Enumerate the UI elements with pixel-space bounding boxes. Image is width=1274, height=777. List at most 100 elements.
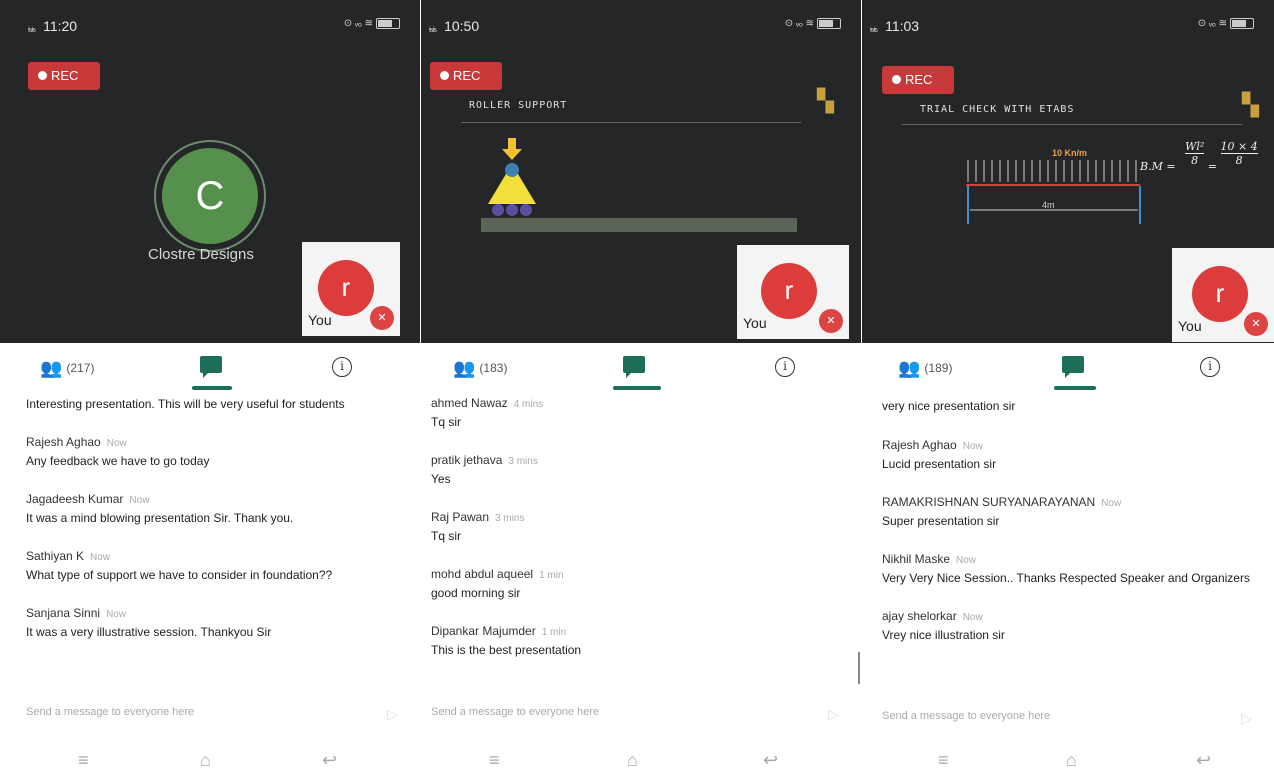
chat-message: ahmed Nawaz 4 mins Tq sir [431, 396, 544, 429]
message-input[interactable]: Send a message to everyone here ▷ [26, 706, 398, 726]
rec-button[interactable]: REC [882, 66, 954, 94]
home-icon[interactable]: ⌂ [627, 750, 638, 771]
people-icon: 👥 [453, 358, 476, 378]
rec-dot-icon [440, 71, 449, 80]
people-icon: 👥 [898, 358, 921, 378]
info-icon[interactable]: i [775, 357, 795, 377]
self-video-tile[interactable]: r You ✕ [737, 245, 849, 339]
host-avatar: C [154, 140, 266, 252]
tab-bar: 👥 (183) i [421, 350, 861, 390]
back-icon[interactable]: ↩ [1196, 750, 1211, 771]
tab-bar: 👥 (189) i [862, 350, 1274, 390]
system-nav-bar: ≡ ⌂ ↩ [0, 750, 420, 776]
tab-chat[interactable] [1062, 356, 1086, 378]
self-label: You [743, 315, 767, 331]
chat-message: RAMAKRISHNAN SURYANARAYANAN Now Super pres… [882, 495, 1122, 528]
tab-chat[interactable] [200, 356, 224, 378]
self-video-tile[interactable]: r You ✕ [302, 242, 400, 336]
tab-participants[interactable]: 👥 (183) [453, 358, 507, 379]
system-nav-bar: ≡ ⌂ ↩ [421, 750, 861, 776]
chat-scrollbar[interactable] [858, 652, 860, 684]
tab-participants[interactable]: 👥 (217) [40, 358, 94, 379]
presenter-logo-icon: ▚ [1242, 92, 1259, 117]
rec-button[interactable]: REC [430, 62, 502, 90]
status-bar: ᵢ₅ᵢ₅ 11:20 ⊙ ᵥₒ ≋ [28, 18, 400, 36]
chat-message: Rajesh Aghao Now Any feedback we have to g… [26, 435, 210, 468]
send-icon[interactable]: ▷ [1241, 710, 1252, 727]
tab-active-indicator [613, 386, 661, 390]
home-icon[interactable]: ⌂ [1066, 750, 1077, 771]
signal-icon: ᵢ₅ᵢ₅ [870, 23, 878, 34]
system-nav-bar: ≡ ⌂ ↩ [862, 750, 1274, 776]
tab-chat[interactable] [623, 356, 647, 378]
back-icon[interactable]: ↩ [763, 750, 778, 771]
status-time: 11:03 [885, 18, 920, 34]
span-label: 4m [1042, 200, 1055, 210]
screenshot-collage: ᵢ₅ᵢ₅ 11:20 ⊙ ᵥₒ ≋ REC C Clostre Designs … [0, 0, 1274, 777]
chat-list: very nice presentation sir Rajesh Aghao N… [882, 398, 1258, 688]
chat-message: Nikhil Maske Now Very Very Nice Session.. … [882, 552, 1250, 585]
chat-list: ahmed Nawaz 4 mins Tq sir pratik jethava 3 … [431, 396, 845, 686]
udl-beam-drawing [966, 160, 1141, 224]
host-name: Clostre Designs [148, 246, 254, 263]
mic-muted-icon[interactable]: ✕ [819, 309, 843, 333]
video-area: ᵢ₅ᵢ₅ 10:50 ⊙ ᵥₒ ≋ REC ROLLER SUPPORT ▚ r… [421, 0, 861, 343]
roller-support-drawing [481, 138, 797, 232]
presenter-logo-icon: ▚ [817, 88, 834, 113]
chat-message: Sanjana Sinni Now It was a very illustrati… [26, 606, 272, 639]
tab-active-indicator [1054, 386, 1096, 390]
chat-message: ajay shelorkar Now Vrey nice illustration … [882, 609, 1005, 642]
phone-panel-1: ᵢ₅ᵢ₅ 11:20 ⊙ ᵥₒ ≋ REC C Clostre Designs … [0, 0, 420, 777]
self-video-tile[interactable]: r You ✕ [1172, 248, 1274, 342]
chat-message: Sathiyan K Now What type of support we hav… [26, 549, 333, 582]
rec-dot-icon [892, 75, 901, 84]
send-icon[interactable]: ▷ [387, 706, 398, 723]
people-icon: 👥 [40, 358, 63, 378]
info-icon[interactable]: i [1200, 357, 1220, 377]
mic-muted-icon[interactable]: ✕ [370, 306, 394, 330]
chat-message: very nice presentation sir [882, 399, 1016, 413]
tab-participants[interactable]: 👥 (189) [898, 358, 952, 379]
status-time: 11:20 [43, 18, 78, 34]
message-input[interactable]: Send a message to everyone here ▷ [431, 706, 839, 726]
board-divider [461, 122, 801, 123]
chat-message: Rajesh Aghao Now Lucid presentation sir [882, 438, 997, 471]
send-icon[interactable]: ▷ [828, 706, 839, 723]
battery-icon [376, 18, 400, 29]
chat-icon [1062, 356, 1084, 378]
menu-icon[interactable]: ≡ [489, 750, 500, 771]
board-title: ROLLER SUPPORT [469, 100, 568, 111]
status-icons: ⊙ ᵥₒ ≋ [785, 18, 841, 29]
chat-message: mohd abdul aqueel 1 min good morning sir [431, 567, 564, 600]
info-icon[interactable]: i [332, 357, 352, 377]
rec-dot-icon [38, 71, 47, 80]
message-input[interactable]: Send a message to everyone here ▷ [882, 710, 1252, 730]
chat-message: Jagadeesh Kumar Now It was a mind blowing … [26, 492, 294, 525]
mic-muted-icon[interactable]: ✕ [1244, 312, 1268, 336]
status-time: 10:50 [444, 18, 480, 34]
battery-icon [817, 18, 841, 29]
chat-list: Interesting presentation. This will be v… [26, 396, 404, 686]
board-divider [902, 124, 1242, 125]
signal-icon: ᵢ₅ᵢ₅ [28, 23, 36, 34]
self-avatar: r [1192, 266, 1248, 322]
menu-icon[interactable]: ≡ [938, 750, 949, 771]
status-bar: ᵢ₅ᵢ₅ 11:03 ⊙ ᵥₒ ≋ [870, 18, 1254, 36]
home-icon[interactable]: ⌂ [200, 750, 211, 771]
self-label: You [308, 312, 332, 328]
chat-icon [623, 356, 645, 378]
self-label: You [1178, 318, 1202, 334]
rec-button[interactable]: REC [28, 62, 100, 90]
video-area: ᵢ₅ᵢ₅ 11:03 ⊙ ᵥₒ ≋ REC TRIAL CHECK WITH E… [862, 0, 1274, 343]
phone-panel-2: ᵢ₅ᵢ₅ 10:50 ⊙ ᵥₒ ≋ REC ROLLER SUPPORT ▚ r… [421, 0, 861, 777]
tab-active-indicator [192, 386, 232, 390]
status-icons: ⊙ ᵥₒ ≋ [1198, 18, 1254, 29]
video-area: ᵢ₅ᵢ₅ 11:20 ⊙ ᵥₒ ≋ REC C Clostre Designs … [0, 0, 420, 343]
status-bar: ᵢ₅ᵢ₅ 10:50 ⊙ ᵥₒ ≋ [429, 18, 841, 36]
phone-panel-3: ᵢ₅ᵢ₅ 11:03 ⊙ ᵥₒ ≋ REC TRIAL CHECK WITH E… [862, 0, 1274, 777]
board-title: TRIAL CHECK WITH ETABS [920, 104, 1075, 115]
tab-bar: 👥 (217) i [0, 350, 420, 390]
status-icons: ⊙ ᵥₒ ≋ [344, 18, 400, 29]
back-icon[interactable]: ↩ [322, 750, 337, 771]
menu-icon[interactable]: ≡ [78, 750, 89, 771]
